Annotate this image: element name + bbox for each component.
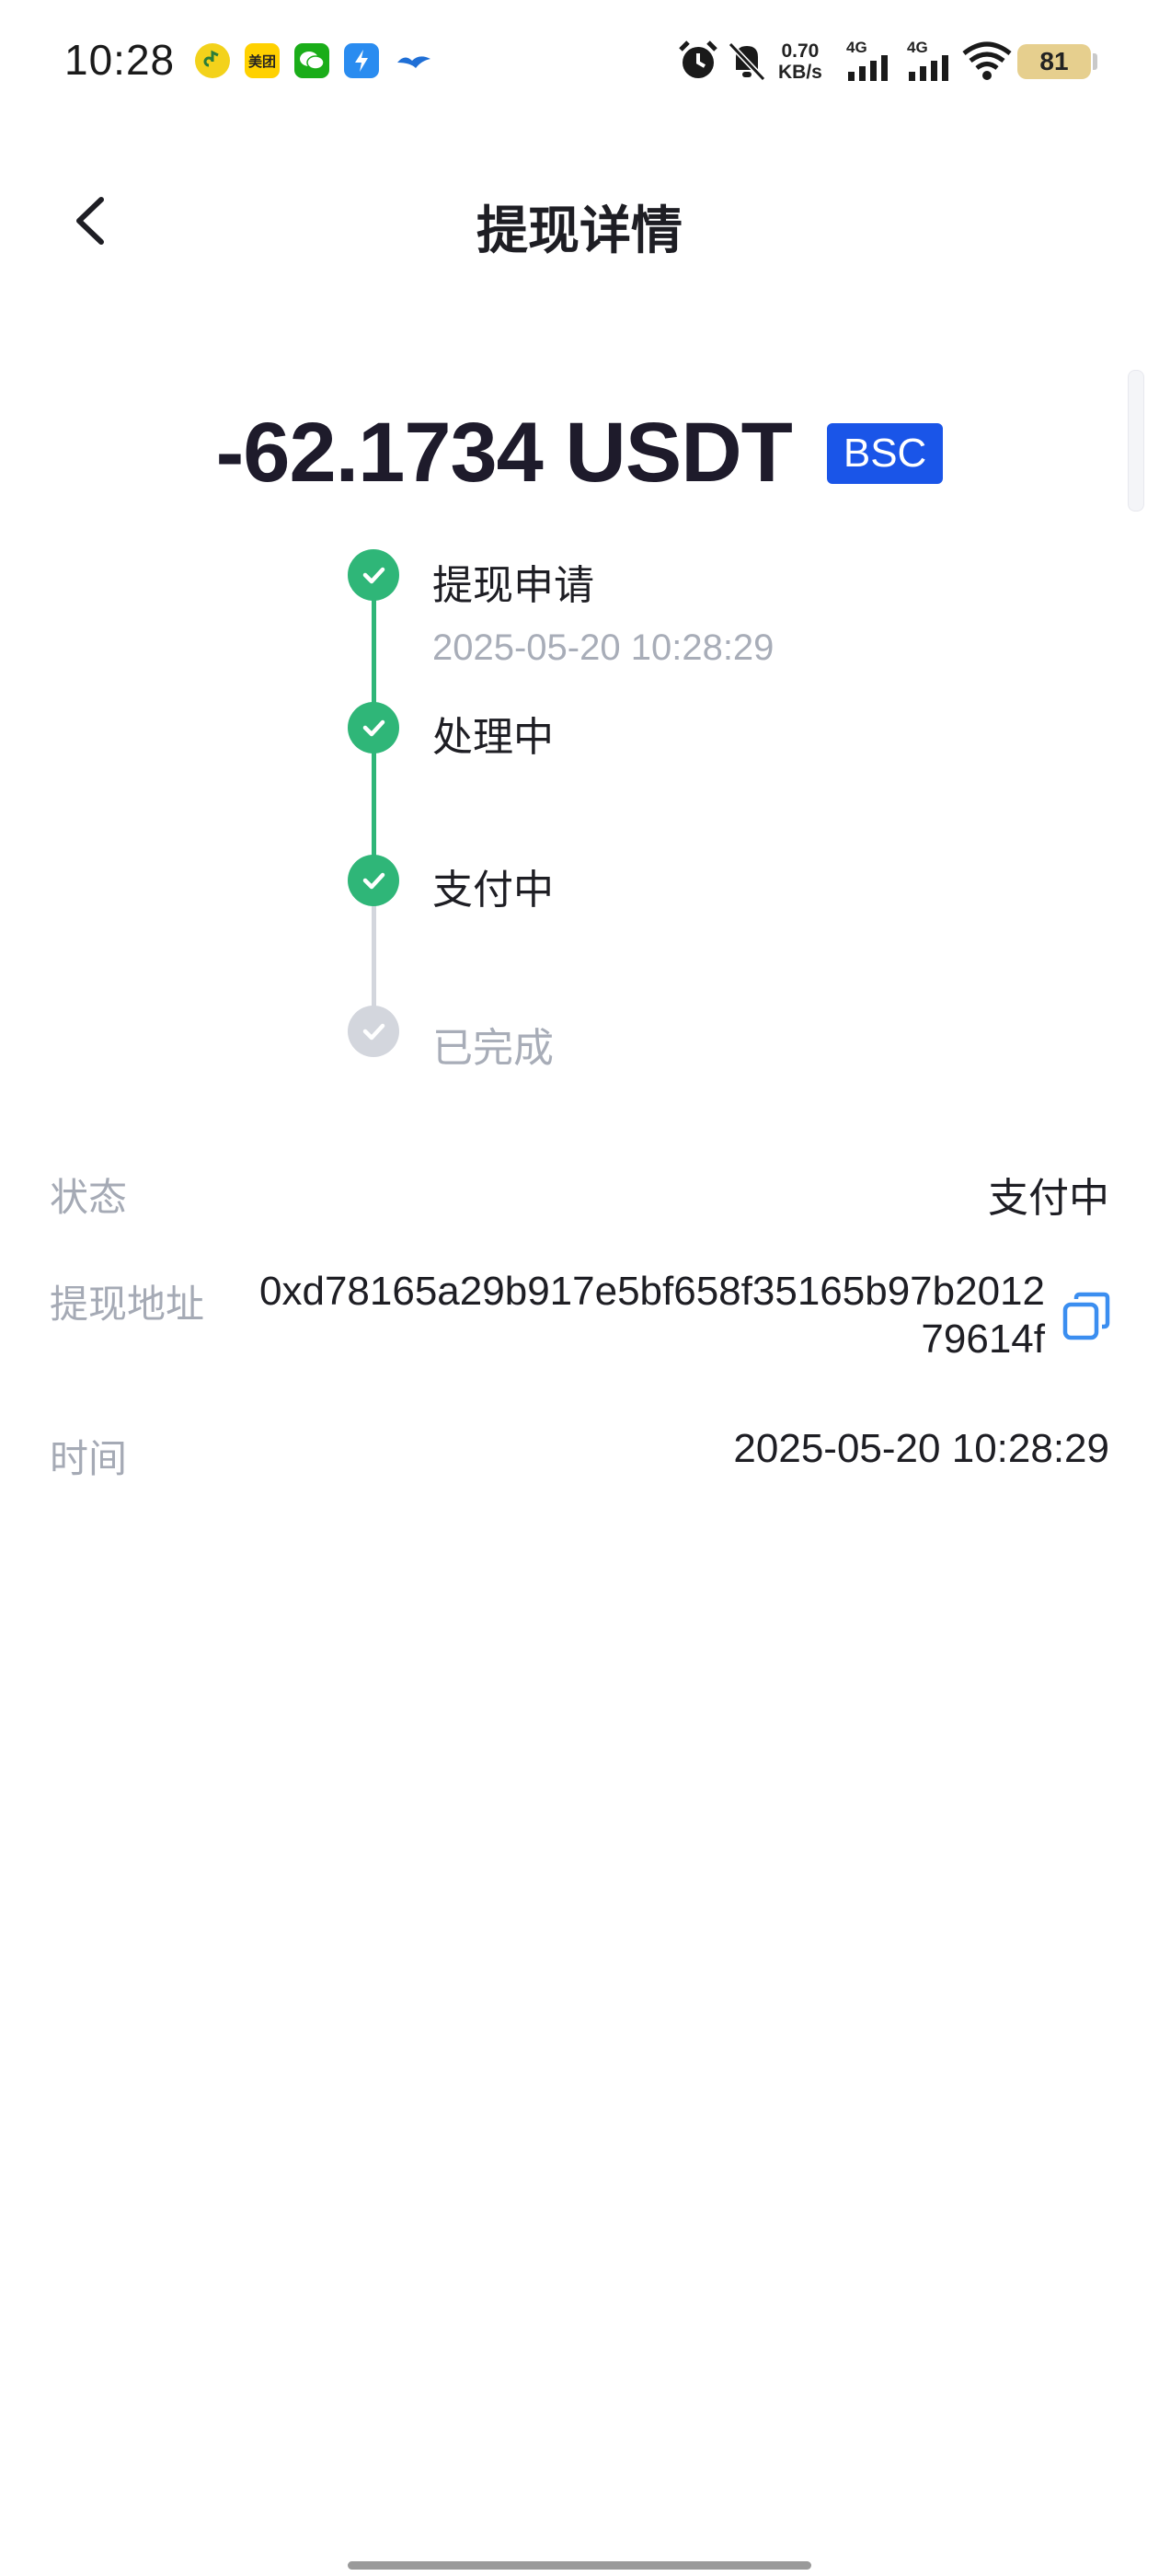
signal-label: 4G [846,39,867,56]
time-label: 时间 [50,1437,128,1480]
status-label: 状态 [50,1176,128,1219]
copy-address-button[interactable] [1061,1290,1113,1343]
net-speed-unit: KB/s [778,62,822,83]
bird-app-icon [394,48,434,75]
net-speed: 0.70 KB/s [778,40,822,83]
step-time: 2025-05-20 10:28:29 [432,627,775,668]
step-label: 已完成 [432,1026,554,1071]
mute-bell-icon [727,39,767,83]
step-done-check-icon [348,702,399,753]
battery-level: 81 [1017,44,1091,79]
home-indicator[interactable] [348,2561,811,2570]
address-label: 提现地址 [50,1282,205,1326]
copy-icon [1062,1292,1110,1340]
signal-label: 4G [907,39,928,56]
amount-row: -62.1734 USDT BSC [0,405,1159,501]
signal-icon: 4G [844,39,896,83]
meituan-app-icon: 美团 [245,43,280,78]
withdraw-amount: -62.1734 USDT [215,406,793,500]
step-done-check-icon [348,855,399,906]
address-value: 0xd78165a29b917e5bf658f35165b97b20127961… [259,1269,1045,1362]
step-done-check-icon [348,549,399,601]
step-label: 处理中 [432,715,554,760]
progress-timeline: 提现申请 2025-05-20 10:28:29 处理中 支付中 已完成 [0,0,1159,1104]
battery-tip [1093,53,1097,70]
chain-badge: BSC [826,422,944,484]
time-value: 2025-05-20 10:28:29 [733,1426,1109,1471]
wifi-icon [962,40,1012,83]
step-pending-check-icon [348,1006,399,1057]
wechat-app-icon [294,43,329,78]
timeline-connector [372,753,376,867]
status-time: 10:28 [64,36,176,84]
timeline-connector [372,905,376,1034]
meituan-label: 美团 [247,53,276,70]
timeline-connector [372,600,376,714]
signal-icon: 4G [905,39,957,83]
step-label: 提现申请 [432,563,594,608]
step-label: 支付中 [432,868,554,913]
lightning-app-icon [344,43,379,78]
alarm-icon [677,39,719,83]
music-app-icon [195,43,230,78]
status-value: 支付中 [988,1176,1109,1221]
page-title: 提现详情 [476,201,683,259]
net-speed-value: 0.70 [781,40,820,62]
